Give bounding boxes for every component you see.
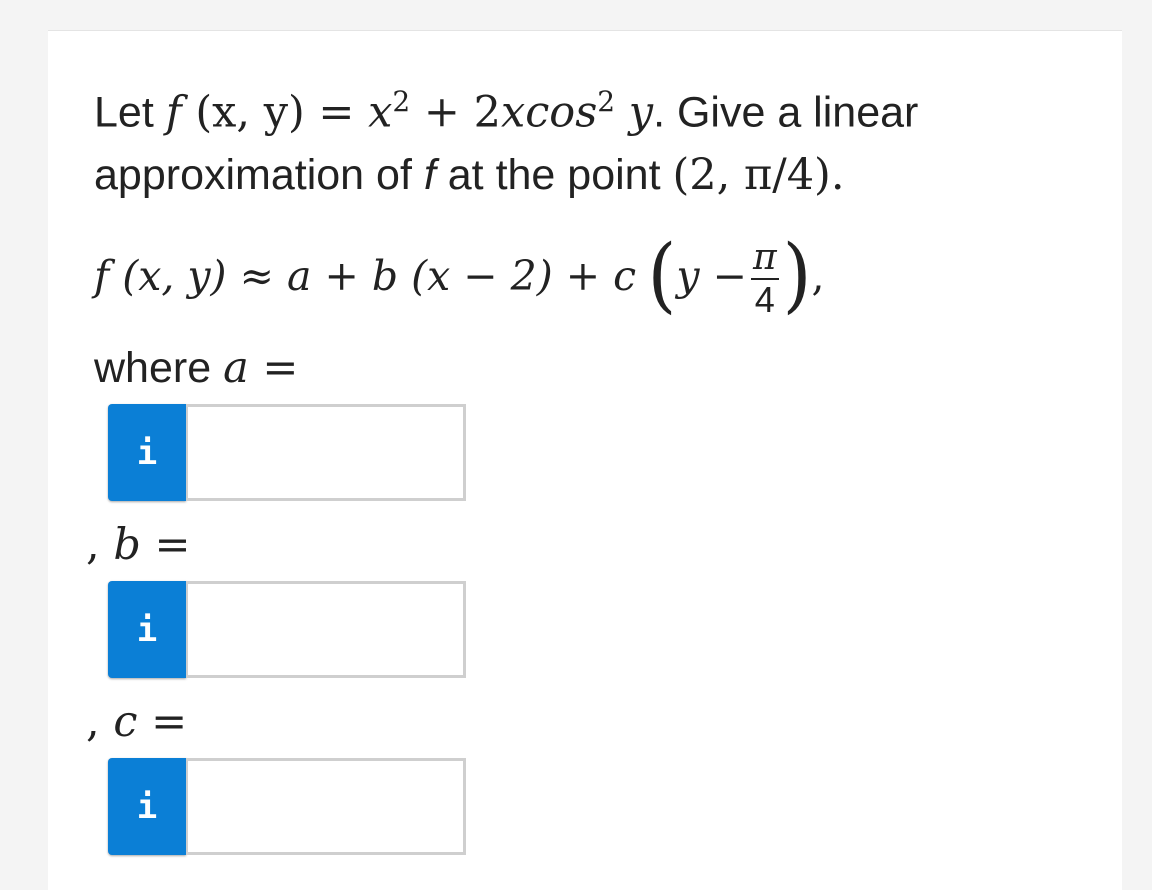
f-ref: f [423, 151, 436, 200]
formula-y-minus: y − [676, 252, 747, 300]
label-a: where a = [94, 343, 298, 393]
at-the-point: at the point [435, 151, 673, 200]
c-equals: = [137, 697, 188, 747]
answer-b-input[interactable] [186, 581, 466, 678]
b-equals: = [140, 520, 191, 570]
question-text: Let f (x, y) = x2 + 2xcos2 y. Give a lin… [94, 70, 1054, 207]
info-icon-c[interactable]: i [108, 758, 186, 855]
cos-exponent: 2 [597, 85, 616, 118]
answer-b-group: i [108, 581, 466, 678]
info-icon-a[interactable]: i [108, 404, 186, 501]
pi-over-4-fraction: π4 [750, 237, 779, 321]
b-comma: , [86, 520, 114, 570]
approximation-formula: f (x, y) ≈ a + b (x − 2) + c (y − π 4), [94, 226, 825, 326]
function-name: f [165, 87, 182, 138]
fraction-numerator: π [752, 237, 777, 279]
answer-c-group: i [108, 758, 466, 855]
function-args: (x, y) [181, 87, 305, 138]
var-y: y [615, 87, 654, 138]
formula-comma: , [811, 252, 825, 300]
var-a: a [223, 343, 249, 393]
var-x: x [368, 87, 393, 138]
fraction-denominator: 4 [754, 279, 775, 321]
paren-close: ) [782, 227, 812, 323]
exponent-2: 2 [392, 85, 411, 118]
answer-c-input[interactable] [186, 758, 466, 855]
info-icon-b[interactable]: i [108, 581, 186, 678]
plus-two: + 2 [410, 87, 501, 138]
a-equals: = [248, 343, 299, 393]
equals-sign: = [304, 87, 369, 138]
label-b: , b = [86, 520, 191, 570]
c-comma: , [86, 697, 114, 747]
point-value: (2, π/4). [672, 150, 845, 201]
answer-a-group: i [108, 404, 466, 501]
label-c: , c = [86, 697, 187, 747]
where-word: where [94, 344, 224, 392]
xcos-term: xcos [500, 87, 598, 138]
question-prefix: Let [94, 88, 166, 137]
formula-lhs: f (x, y) ≈ a + b (x − 2) + c [94, 252, 637, 300]
answer-a-input[interactable] [186, 404, 466, 501]
paren-open: ( [647, 227, 677, 323]
var-c: c [113, 697, 138, 747]
var-b: b [113, 520, 141, 570]
